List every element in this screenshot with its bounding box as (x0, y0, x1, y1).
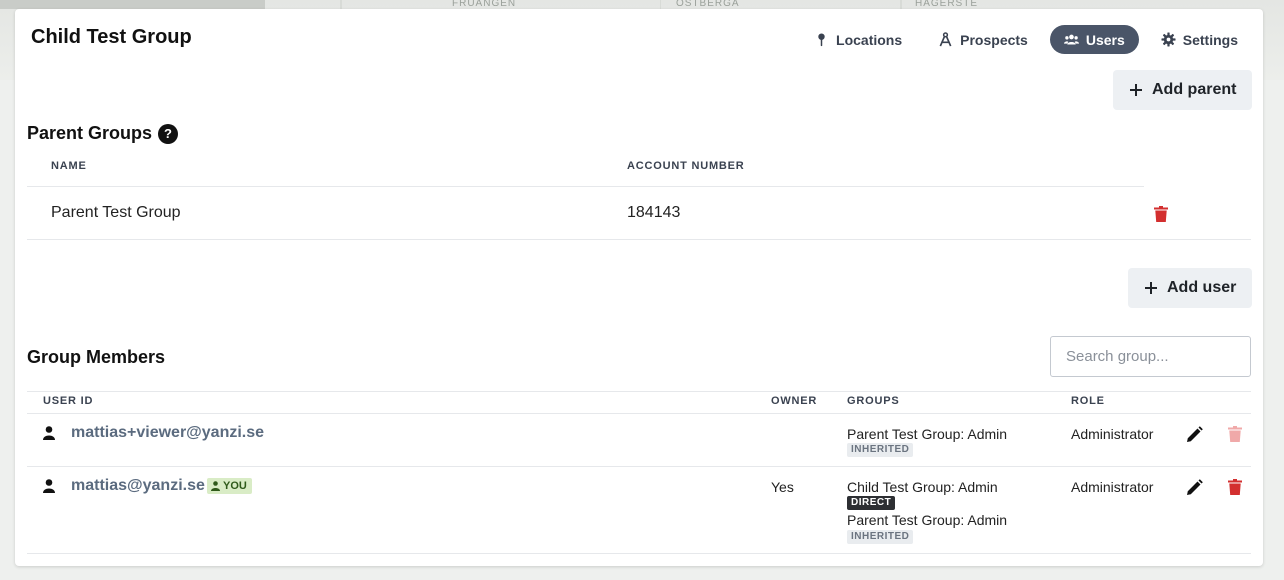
tab-prospects[interactable]: Prospects (924, 25, 1042, 54)
users-icon (1063, 34, 1079, 45)
tab-label: Users (1085, 31, 1125, 48)
gear-icon (1161, 32, 1176, 47)
divider (27, 466, 1251, 467)
tab-bar: Locations Prospects Users Settings (800, 25, 1252, 54)
divider (27, 553, 1251, 554)
group-membership: Child Test Group: Admin (847, 479, 998, 495)
user-id-link[interactable]: mattias@yanzi.se (71, 477, 205, 495)
role-value: Administrator (1071, 479, 1154, 495)
user-id-link[interactable]: mattias+viewer@yanzi.se (71, 424, 264, 442)
parent-account-number: 184143 (627, 204, 681, 221)
page-title: Child Test Group (31, 26, 192, 48)
plus-icon (1130, 84, 1142, 96)
user-icon (43, 479, 55, 493)
group-panel: Child Test Group Locations Prospects Use… (15, 9, 1263, 566)
group-members-heading: Group Members (27, 347, 165, 368)
add-parent-label: Add parent (1152, 81, 1237, 98)
parent-group-name: Parent Test Group (51, 204, 181, 221)
group-membership: Parent Test Group: Admin (847, 512, 1008, 528)
column-header-user-id: USER ID (43, 395, 94, 407)
trash-icon (1228, 426, 1242, 442)
divider (27, 413, 1251, 414)
you-badge: YOU (207, 478, 252, 494)
tab-label: Settings (1182, 31, 1238, 48)
column-header-role: ROLE (1071, 395, 1105, 407)
pin-icon (818, 33, 825, 47)
group-members-title: Group Members (27, 347, 166, 367)
search-input[interactable] (1050, 336, 1251, 377)
direct-badge: DIRECT (847, 496, 896, 510)
inherited-badge: INHERITED (847, 443, 914, 457)
inherited-badge: INHERITED (847, 530, 914, 544)
pencil-icon[interactable] (1186, 479, 1203, 496)
map-label: HÄGERSTE (915, 0, 979, 9)
add-parent-button[interactable]: Add parent (1113, 70, 1253, 110)
parent-groups-title: Parent Groups (27, 123, 153, 143)
group-membership: Parent Test Group: Admin (847, 426, 1008, 442)
column-header-name: NAME (51, 160, 87, 172)
tab-locations[interactable]: Locations (800, 25, 916, 54)
trash-icon[interactable] (1228, 479, 1242, 495)
tab-label: Prospects (960, 31, 1028, 48)
user-icon (211, 481, 220, 491)
you-badge-label: YOU (223, 480, 247, 492)
compass-icon (939, 32, 952, 47)
add-user-label: Add user (1167, 279, 1237, 296)
help-icon[interactable]: ? (158, 123, 179, 144)
column-header-account-number: ACCOUNT NUMBER (627, 160, 745, 172)
tab-label: Locations (836, 31, 903, 48)
column-header-owner: OWNER (771, 395, 818, 407)
divider (27, 239, 1251, 240)
pencil-icon[interactable] (1186, 426, 1203, 443)
parent-groups-heading: Parent Groups ? (27, 123, 179, 144)
tab-users[interactable]: Users (1049, 25, 1139, 54)
role-value: Administrator (1071, 426, 1154, 442)
column-header-groups: GROUPS (847, 395, 900, 407)
map-label: FRUÄNGEN (452, 0, 517, 9)
plus-icon (1145, 282, 1157, 294)
divider (27, 186, 1144, 187)
tab-settings[interactable]: Settings (1147, 25, 1252, 54)
map-label: ÖSTBERGA (676, 0, 740, 9)
owner-value: Yes (771, 479, 794, 495)
add-user-button[interactable]: Add user (1128, 268, 1253, 308)
divider (27, 391, 1251, 392)
trash-icon[interactable] (1154, 206, 1168, 222)
user-icon (43, 426, 55, 440)
